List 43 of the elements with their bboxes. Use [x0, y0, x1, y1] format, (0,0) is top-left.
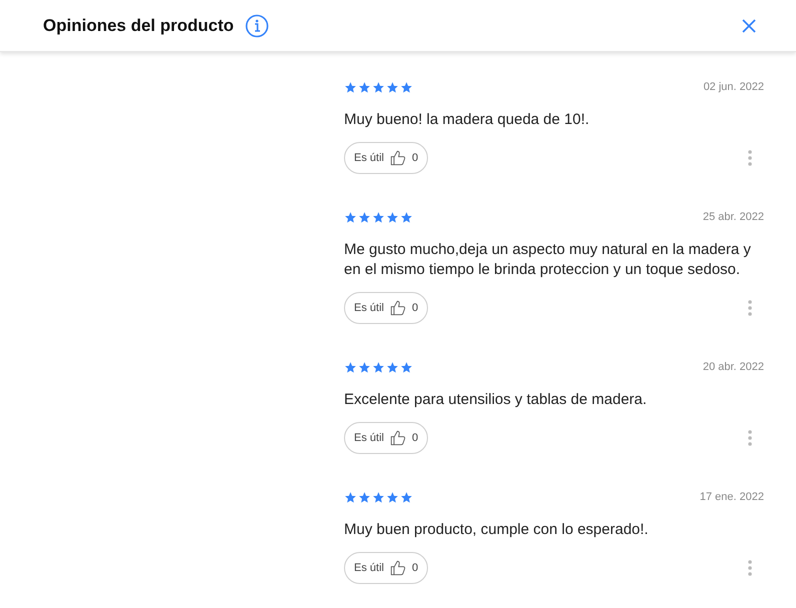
review-text: Me gusto mucho,deja un aspecto muy natural en la madera y en el mismo tiempo le brinda proteccion y un toque sedoso.: [344, 240, 752, 280]
review-text: Excelente para utensilios y tablas de madera.: [344, 390, 648, 410]
star-icon: [358, 80, 371, 94]
star-icon: [400, 210, 413, 224]
star-icon: [358, 360, 371, 374]
dialog-title: Opiniones del producto: [43, 14, 234, 37]
star-icon: [372, 360, 385, 374]
thumbs-up-icon: [390, 430, 406, 446]
close-icon[interactable]: [742, 18, 756, 32]
review-text: Muy buen producto, cumple con lo esperado!.: [344, 520, 650, 540]
helpful-button[interactable]: Es útil 0: [344, 422, 428, 454]
star-icon: [372, 210, 385, 224]
more-options-icon[interactable]: [748, 150, 752, 166]
star-icon: [344, 490, 357, 504]
info-icon[interactable]: [244, 14, 269, 38]
helpful-button[interactable]: Es útil 0: [344, 292, 428, 324]
star-icon: [358, 490, 371, 504]
helpful-button[interactable]: Es útil 0: [344, 142, 428, 174]
star-icon: [344, 80, 357, 94]
star-icon: [400, 80, 413, 94]
review-date: 02 jun. 2022: [703, 80, 764, 95]
star-icon: [400, 360, 413, 374]
star-icon: [372, 80, 385, 94]
star-icon: [344, 210, 357, 224]
more-options-icon[interactable]: [748, 430, 752, 446]
star-icon: [358, 210, 371, 224]
review-date: 25 abr. 2022: [702, 210, 764, 225]
star-icon: [386, 490, 399, 504]
thumbs-up-icon: [390, 300, 406, 316]
review-text: Muy bueno! la madera queda de 10!.: [344, 110, 590, 130]
star-icon: [386, 360, 399, 374]
more-options-icon[interactable]: [748, 560, 752, 576]
star-icon: [386, 80, 399, 94]
star-icon: [344, 360, 357, 374]
helpful-button[interactable]: Es útil 0: [344, 552, 428, 584]
review-date: 20 abr. 2022: [702, 360, 764, 375]
star-icon: [400, 490, 413, 504]
thumbs-up-icon: [390, 560, 406, 576]
star-icon: [386, 210, 399, 224]
more-options-icon[interactable]: [748, 300, 752, 316]
review-date: 17 ene. 2022: [700, 490, 764, 505]
thumbs-up-icon: [390, 150, 406, 166]
star-icon: [372, 490, 385, 504]
